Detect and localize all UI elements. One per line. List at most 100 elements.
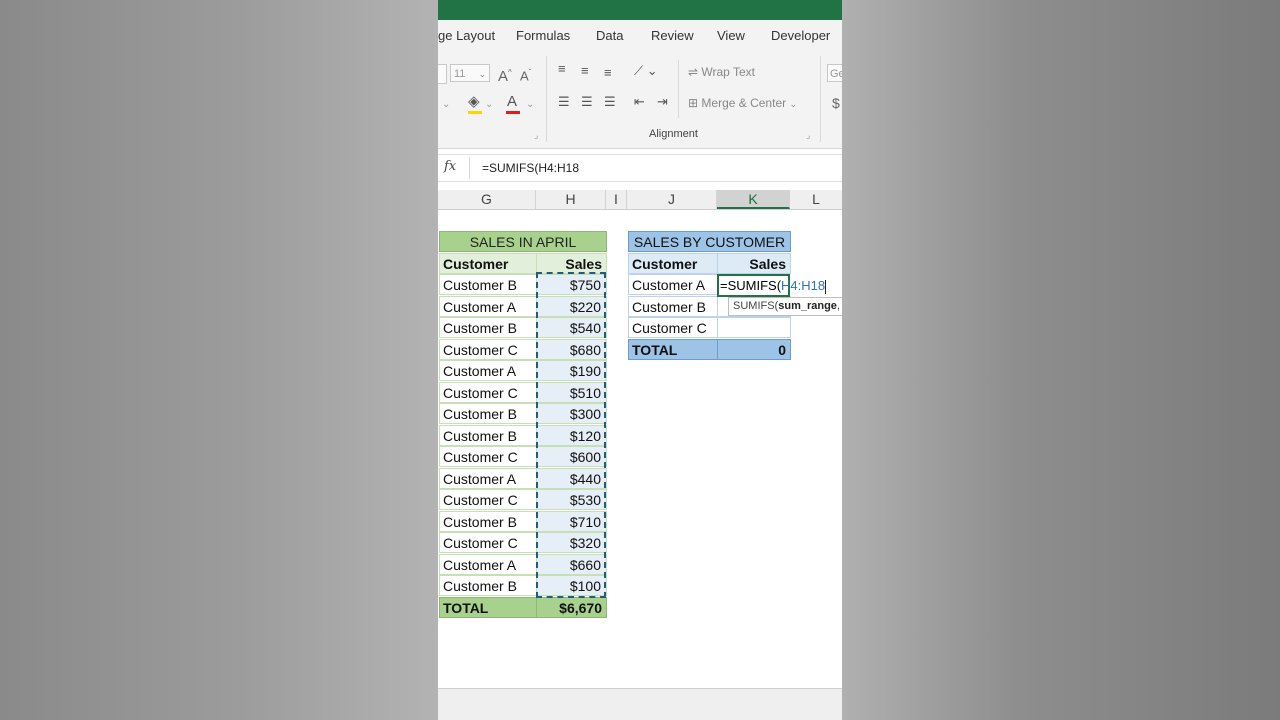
increase-font-icon[interactable]: A^ bbox=[498, 66, 512, 84]
table-row-customer[interactable]: Customer C bbox=[439, 532, 537, 553]
table-row-sales[interactable]: $510 bbox=[536, 382, 607, 403]
table-row-customer[interactable]: Customer C bbox=[439, 446, 537, 467]
font-color-swatch bbox=[506, 111, 520, 114]
column-header-l[interactable]: L bbox=[790, 190, 842, 209]
table-row-sales[interactable]: $710 bbox=[536, 511, 607, 532]
sales-by-customer-header-customer[interactable]: Customer bbox=[628, 253, 718, 274]
table-row-sales[interactable]: $600 bbox=[536, 446, 607, 467]
fill-color-icon[interactable]: ◈ bbox=[468, 94, 480, 109]
column-header-j[interactable]: J bbox=[627, 190, 717, 209]
table-row-customer[interactable]: Customer B bbox=[439, 274, 537, 295]
sales-april-header-sales[interactable]: Sales bbox=[536, 253, 607, 274]
formula-bar: fx =SUMIFS(H4:H18 bbox=[438, 154, 842, 182]
sales-by-customer-total-value[interactable]: 0 bbox=[717, 339, 791, 360]
align-center-icon[interactable]: ☰ bbox=[581, 95, 593, 109]
group-divider bbox=[678, 60, 679, 118]
table-row-customer[interactable]: Customer B bbox=[439, 511, 537, 532]
table-row-customer[interactable]: Customer A bbox=[439, 554, 537, 575]
table-row-customer[interactable]: Customer B bbox=[439, 425, 537, 446]
align-left-icon[interactable]: ☰ bbox=[558, 95, 570, 109]
align-bottom-icon[interactable]: ≡ bbox=[604, 66, 612, 80]
align-right-icon[interactable]: ☰ bbox=[604, 95, 616, 109]
chevron-down-icon[interactable]: ⌄ bbox=[485, 98, 493, 112]
table-row-customer[interactable]: Customer A bbox=[628, 274, 718, 295]
table-row-sales[interactable]: $540 bbox=[536, 317, 607, 338]
ribbon-tabs: ge Layout Formulas Data Review View Deve… bbox=[438, 20, 842, 52]
tooltip-current-argument: sum_range bbox=[778, 300, 837, 312]
orientation-icon[interactable]: ⟋ ⌄ bbox=[634, 64, 658, 78]
active-cell-editor[interactable]: =SUMIFS(H4:H18 bbox=[717, 274, 827, 297]
function-tooltip[interactable]: SUMIFS(sum_range, c bbox=[728, 297, 842, 316]
table-row-customer[interactable]: Customer C bbox=[628, 317, 718, 338]
table-row-customer[interactable]: Customer B bbox=[439, 403, 537, 424]
chevron-down-icon: ⌄ bbox=[789, 99, 797, 109]
formula-input[interactable]: =SUMIFS(H4:H18 bbox=[482, 161, 579, 175]
wrap-text-label: Wrap Text bbox=[701, 65, 755, 79]
table-row-customer[interactable]: Customer A bbox=[439, 296, 537, 317]
insert-function-button[interactable]: fx bbox=[444, 159, 456, 174]
number-format-dropdown[interactable]: Ge bbox=[827, 64, 842, 82]
table-row-sales[interactable]: $320 bbox=[536, 532, 607, 553]
worksheet-grid[interactable]: SALES IN APRIL Customer Sales Customer B… bbox=[438, 210, 842, 688]
table-row-sales[interactable]: $660 bbox=[536, 554, 607, 575]
chevron-down-icon: ⌄ bbox=[478, 69, 486, 79]
decrease-font-icon[interactable]: Aˇ bbox=[520, 66, 531, 83]
table-row-sales[interactable]: $220 bbox=[536, 296, 607, 317]
table-row-customer[interactable]: Customer B bbox=[439, 317, 537, 338]
table-row-customer[interactable]: Customer C bbox=[439, 489, 537, 510]
tab-review[interactable]: Review bbox=[651, 28, 694, 43]
sales-by-customer-title[interactable]: SALES BY CUSTOMER bbox=[628, 231, 791, 252]
tab-data[interactable]: Data bbox=[596, 28, 623, 43]
table-row-sales[interactable] bbox=[717, 317, 791, 338]
left-backdrop bbox=[0, 0, 438, 720]
sales-april-total-value[interactable]: $6,670 bbox=[536, 597, 607, 618]
table-row-sales[interactable]: $530 bbox=[536, 489, 607, 510]
column-header-i[interactable]: I bbox=[606, 190, 627, 209]
table-row-sales[interactable]: $300 bbox=[536, 403, 607, 424]
sales-april-header-customer[interactable]: Customer bbox=[439, 253, 537, 274]
table-row-customer[interactable]: Customer B bbox=[439, 575, 537, 596]
table-row-sales[interactable]: $120 bbox=[536, 425, 607, 446]
table-row-customer[interactable]: Customer C bbox=[439, 339, 537, 360]
sales-april-title[interactable]: SALES IN APRIL bbox=[439, 231, 607, 252]
column-header-h[interactable]: H bbox=[536, 190, 606, 209]
fill-color-swatch bbox=[468, 111, 482, 114]
borders-dropdown-icon[interactable]: ⌄ bbox=[442, 98, 450, 112]
tab-page-layout[interactable]: ge Layout bbox=[438, 28, 495, 43]
merge-center-label: Merge & Center bbox=[701, 96, 787, 110]
table-row-sales[interactable]: $440 bbox=[536, 468, 607, 489]
excel-window: ge Layout Formulas Data Review View Deve… bbox=[438, 0, 842, 720]
dialog-launcher-icon[interactable]: ⌟ bbox=[806, 128, 810, 142]
wrap-text-button[interactable]: ⇌ Wrap Text bbox=[688, 65, 755, 79]
font-color-icon[interactable]: A bbox=[507, 94, 517, 109]
table-row-customer[interactable]: Customer A bbox=[439, 468, 537, 489]
tab-view[interactable]: View bbox=[717, 28, 745, 43]
chevron-down-icon[interactable]: ⌄ bbox=[526, 98, 534, 112]
dialog-launcher-icon[interactable]: ⌟ bbox=[534, 128, 538, 142]
font-name-dropdown[interactable] bbox=[438, 64, 447, 84]
sales-by-customer-header-sales[interactable]: Sales bbox=[717, 253, 791, 274]
column-header-k[interactable]: K bbox=[717, 190, 790, 209]
decrease-indent-icon[interactable]: ⇤ bbox=[634, 95, 645, 109]
increase-indent-icon[interactable]: ⇥ bbox=[657, 95, 668, 109]
table-row-sales[interactable]: $100 bbox=[536, 575, 607, 596]
sales-april-total-label[interactable]: TOTAL bbox=[439, 597, 537, 618]
text-caret bbox=[825, 279, 827, 294]
table-row-customer[interactable]: Customer C bbox=[439, 382, 537, 403]
currency-format-icon[interactable]: $ bbox=[832, 96, 840, 110]
align-middle-icon[interactable]: ≡ bbox=[581, 64, 589, 78]
ribbon: 11 ⌄ A^ Aˇ ⌄ ◈ ⌄ A ⌄ ⌟ ≡ ≡ ≡ ⟋ ⌄ ☰ ☰ ☰ ⇤… bbox=[438, 52, 842, 149]
tab-developer[interactable]: Developer bbox=[771, 28, 830, 43]
table-row-sales[interactable]: $750 bbox=[536, 274, 607, 295]
align-top-icon[interactable]: ≡ bbox=[558, 62, 566, 76]
table-row-sales[interactable]: $190 bbox=[536, 360, 607, 381]
merge-center-button[interactable]: ⊞ Merge & Center ⌄ bbox=[688, 96, 797, 110]
right-backdrop bbox=[842, 0, 1280, 720]
tab-formulas[interactable]: Formulas bbox=[516, 28, 570, 43]
font-size-dropdown[interactable]: 11 ⌄ bbox=[450, 64, 490, 82]
table-row-customer[interactable]: Customer A bbox=[439, 360, 537, 381]
table-row-sales[interactable]: $680 bbox=[536, 339, 607, 360]
sales-by-customer-total-label[interactable]: TOTAL bbox=[628, 339, 718, 360]
column-header-g[interactable]: G bbox=[438, 190, 536, 209]
table-row-customer[interactable]: Customer B bbox=[628, 296, 718, 317]
